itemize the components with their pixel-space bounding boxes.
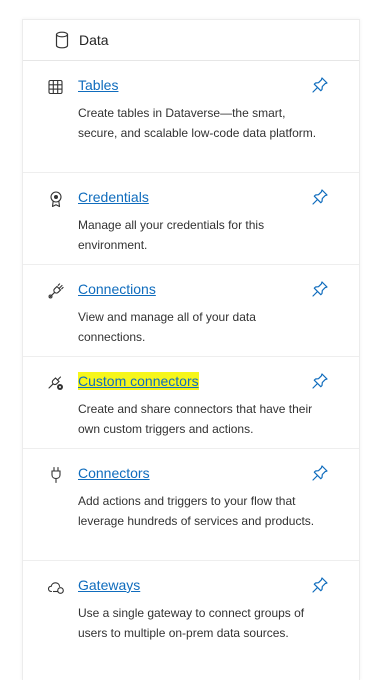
panel-header: Data: [23, 20, 359, 61]
cloud-gateway-icon: [47, 578, 65, 596]
table-icon: [47, 78, 65, 96]
item-description: View and manage all of your data connect…: [78, 310, 256, 344]
plug-connect-icon: [47, 282, 65, 300]
pin-icon[interactable]: [311, 464, 329, 482]
list-item-connectors: Connectors Add actions and triggers to y…: [23, 449, 359, 561]
pin-icon[interactable]: [311, 372, 329, 390]
plug-icon: [47, 466, 65, 484]
tables-link[interactable]: Tables: [78, 76, 118, 94]
list-item-gateways: Gateways Use a single gateway to connect…: [23, 561, 359, 673]
connections-link[interactable]: Connections: [78, 280, 156, 298]
item-description: Add actions and triggers to your flow th…: [78, 494, 315, 528]
database-icon: [54, 31, 70, 49]
item-description: Create tables in Dataverse—the smart, se…: [78, 106, 317, 140]
plug-settings-icon: [47, 374, 65, 392]
credentials-link[interactable]: Credentials: [78, 188, 149, 206]
credential-badge-icon: [47, 190, 65, 208]
custom-connectors-link[interactable]: Custom connectors: [78, 372, 199, 390]
list-item-tables: Tables Create tables in Dataverse—the sm…: [23, 61, 359, 173]
panel-title: Data: [79, 32, 109, 48]
connectors-link[interactable]: Connectors: [78, 464, 150, 482]
pin-icon[interactable]: [311, 76, 329, 94]
pin-icon[interactable]: [311, 280, 329, 298]
gateways-link[interactable]: Gateways: [78, 576, 140, 594]
data-panel: Data Tables Create tables in Dataverse—t…: [22, 19, 360, 680]
pin-icon[interactable]: [311, 576, 329, 594]
list-item-connections: Connections View and manage all of your …: [23, 265, 359, 357]
item-description: Use a single gateway to connect groups o…: [78, 606, 305, 640]
item-description: Manage all your credentials for this env…: [78, 218, 265, 252]
item-description: Create and share connectors that have th…: [78, 402, 313, 436]
list-item-credentials: Credentials Manage all your credentials …: [23, 173, 359, 265]
list-item-custom-connectors: Custom connectors Create and share conne…: [23, 357, 359, 449]
pin-icon[interactable]: [311, 188, 329, 206]
